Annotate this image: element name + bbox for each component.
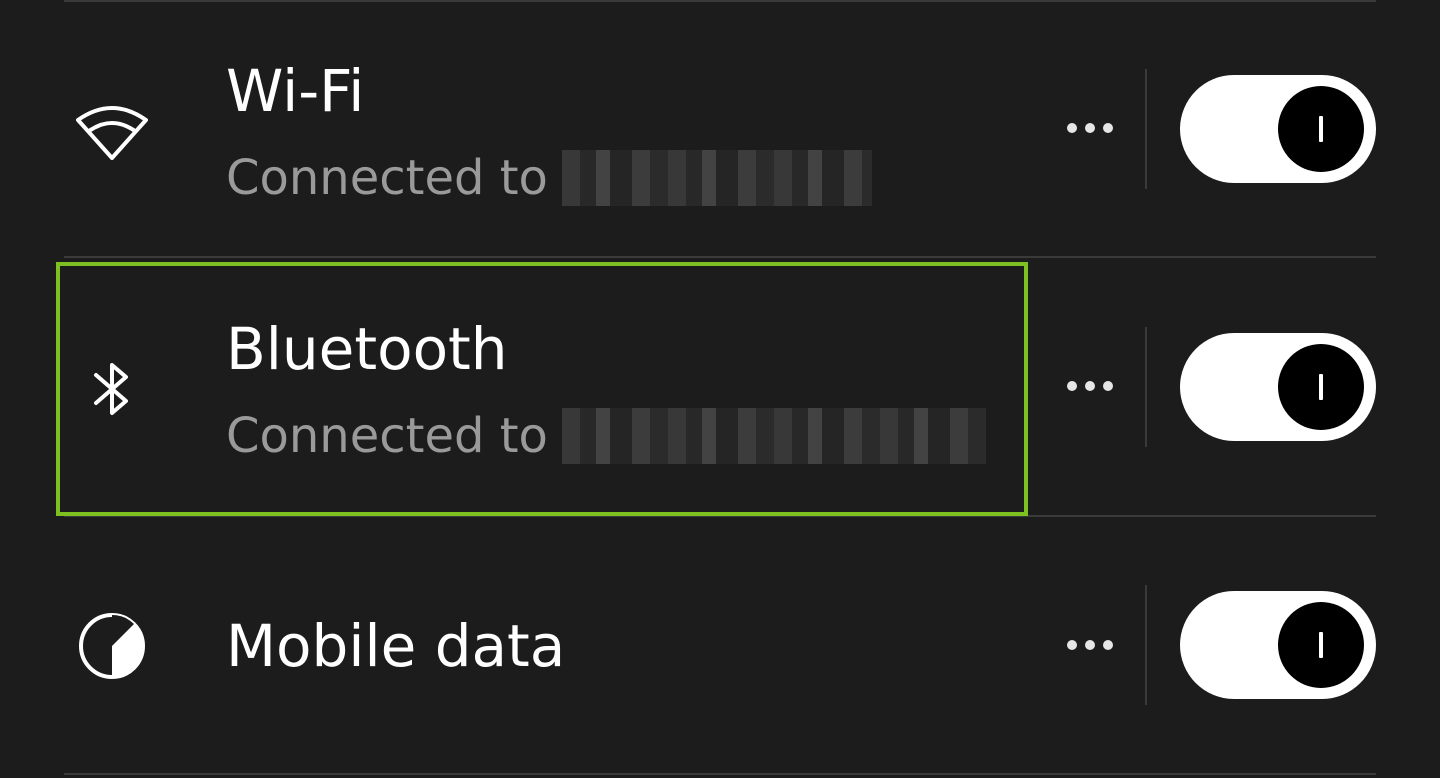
- more-dot-icon: [1067, 123, 1077, 133]
- bluetooth-more-options-button[interactable]: [1062, 358, 1118, 414]
- mobile-data-more-options-button[interactable]: [1062, 617, 1118, 673]
- wifi-toggle[interactable]: [1180, 75, 1376, 183]
- bluetooth-toggle[interactable]: [1180, 333, 1376, 441]
- toggle-knob: [1278, 344, 1364, 430]
- more-dot-icon: [1085, 123, 1095, 133]
- bluetooth-icon: [70, 347, 154, 431]
- bluetooth-vertical-separator: [1145, 327, 1147, 447]
- mobile-data-vertical-separator: [1145, 585, 1147, 705]
- wifi-title: Wi-Fi: [226, 57, 365, 125]
- wifi-network-name-redacted: [561, 150, 872, 206]
- more-dot-icon: [1067, 640, 1077, 650]
- mobile-data-title: Mobile data: [226, 612, 566, 680]
- toggle-knob: [1278, 602, 1364, 688]
- wifi-icon: [70, 89, 154, 173]
- wifi-row[interactable]: Wi-Fi Connected to: [0, 0, 1440, 258]
- more-dot-icon: [1085, 381, 1095, 391]
- more-dot-icon: [1067, 381, 1077, 391]
- wifi-status-text: Connected to: [226, 150, 548, 206]
- wifi-subtitle: Connected to: [226, 150, 872, 206]
- bluetooth-device-name-redacted: [561, 408, 986, 464]
- more-dot-icon: [1103, 640, 1113, 650]
- mobile-data-toggle[interactable]: [1180, 591, 1376, 699]
- wifi-more-options-button[interactable]: [1062, 100, 1118, 156]
- more-dot-icon: [1085, 640, 1095, 650]
- bluetooth-subtitle: Connected to: [226, 408, 986, 464]
- bottom-divider: [64, 773, 1376, 775]
- mobile-data-icon: [70, 604, 154, 688]
- more-dot-icon: [1103, 123, 1113, 133]
- connections-settings-screen: Wi-Fi Connected to Bluetooth Connected t…: [0, 0, 1440, 778]
- toggle-on-mark-icon: [1319, 116, 1323, 142]
- toggle-on-mark-icon: [1319, 632, 1323, 658]
- wifi-vertical-separator: [1145, 69, 1147, 189]
- more-dot-icon: [1103, 381, 1113, 391]
- bluetooth-status-text: Connected to: [226, 408, 548, 464]
- bluetooth-row[interactable]: Bluetooth Connected to: [0, 258, 1440, 516]
- bluetooth-title: Bluetooth: [226, 315, 508, 383]
- toggle-on-mark-icon: [1319, 374, 1323, 400]
- mobile-data-row[interactable]: Mobile data: [0, 517, 1440, 775]
- toggle-knob: [1278, 86, 1364, 172]
